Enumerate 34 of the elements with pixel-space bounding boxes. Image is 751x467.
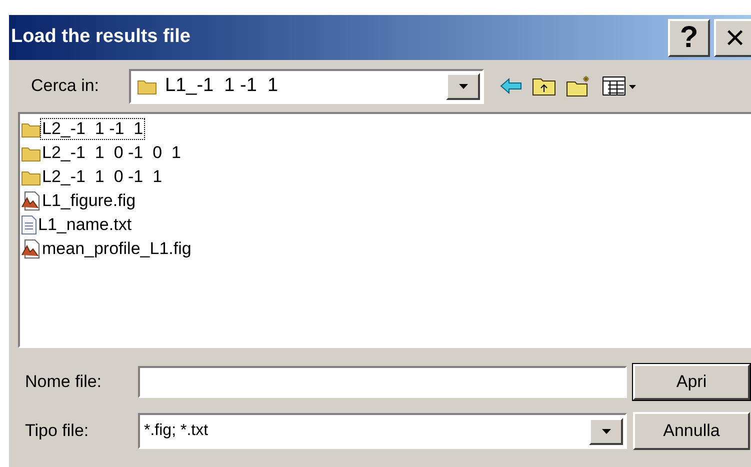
look-in-value: L1_-1 1 -1 1: [165, 74, 280, 98]
folder-icon: [21, 120, 41, 138]
folder-icon: [21, 144, 41, 162]
view-menu-icon[interactable]: [602, 76, 638, 96]
back-arrow-icon[interactable]: [500, 78, 522, 94]
file-name-field[interactable]: [138, 366, 627, 398]
help-button[interactable]: ?: [668, 18, 710, 56]
file-item[interactable]: L2_-1 1 0 -1 0 1: [41, 143, 182, 163]
folder-icon: [21, 168, 41, 186]
file-name-label: Nome file:: [25, 371, 103, 394]
close-button[interactable]: ×: [714, 18, 751, 56]
file-item[interactable]: L2_-1 1 -1 1: [41, 119, 144, 139]
figure-file-icon: [21, 239, 41, 259]
look-in-dropdown[interactable]: L1_-1 1 -1 1: [129, 68, 484, 104]
cancel-button[interactable]: Annulla: [633, 412, 750, 450]
file-type-dropdown[interactable]: *.fig; *.txt: [138, 413, 627, 449]
file-item[interactable]: L2_-1 1 0 -1 1: [41, 167, 164, 187]
dropdown-button[interactable]: [446, 72, 480, 100]
dropdown-button[interactable]: [589, 418, 623, 444]
caret-icon: [458, 84, 468, 88]
file-item[interactable]: L1_figure.fig: [41, 191, 137, 211]
up-folder-icon[interactable]: [532, 76, 556, 96]
file-type-label: Tipo file:: [25, 420, 90, 442]
folder-icon: [137, 78, 157, 94]
caret-icon: [602, 428, 610, 434]
file-item[interactable]: L1_name.txt: [37, 215, 133, 235]
figure-file-icon: [21, 191, 41, 211]
new-folder-icon[interactable]: [566, 75, 592, 97]
file-item[interactable]: mean_profile_L1.fig: [41, 239, 192, 259]
window-title: Load the results file: [11, 25, 192, 50]
file-type-value: *.fig; *.txt: [144, 421, 210, 441]
text-file-icon: [21, 215, 37, 235]
look-in-label: Cerca in:: [31, 75, 100, 98]
open-button[interactable]: Apri: [633, 364, 750, 400]
